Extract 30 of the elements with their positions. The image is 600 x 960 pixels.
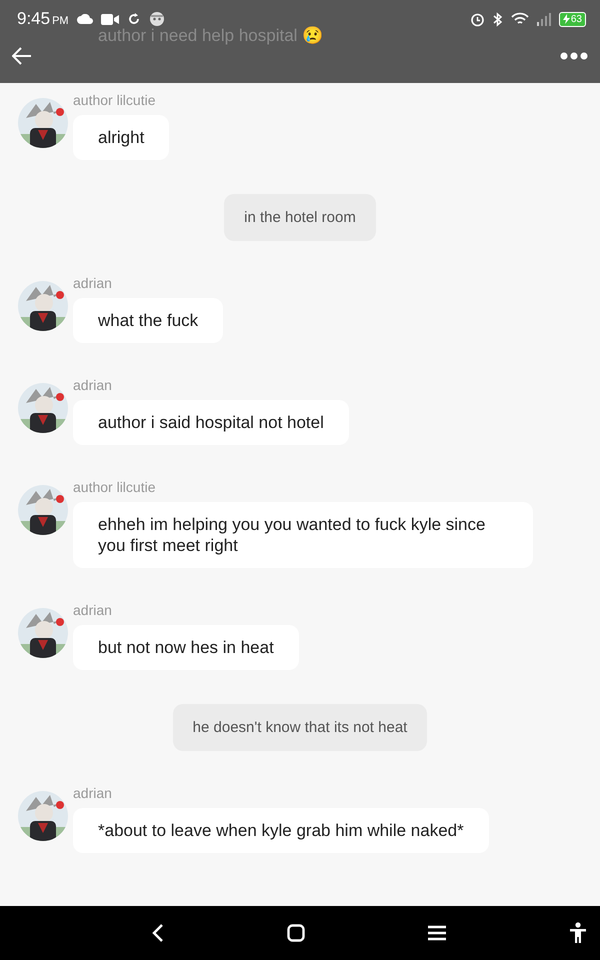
- author-name: adrian: [73, 377, 112, 393]
- message-bubble: *about to leave when kyle grab him while naked*: [73, 808, 489, 853]
- author-name: adrian: [73, 275, 112, 291]
- alarm-icon: [470, 12, 485, 26]
- author-name: author lilcutie: [73, 479, 156, 495]
- author-name: adrian: [73, 602, 112, 618]
- message-bubble: author i said hospital not hotel: [73, 400, 349, 445]
- status-time: 9:45 PM: [17, 9, 69, 29]
- face-icon: [148, 11, 165, 27]
- signal-icon: [536, 12, 551, 26]
- message-bubble: what the fuck: [73, 298, 224, 343]
- bluetooth-icon: [492, 12, 503, 26]
- message-bubble: ehheh im helping you you wanted to fuck kyle since you first meet right: [73, 502, 533, 568]
- accessibility-icon[interactable]: [569, 922, 587, 944]
- message-bubble: but not now hes in heat: [73, 625, 299, 670]
- menu-icon[interactable]: [428, 925, 446, 941]
- home-icon[interactable]: [287, 924, 305, 942]
- chevron-left-icon[interactable]: [152, 923, 164, 943]
- author-name: adrian: [73, 785, 112, 801]
- wifi-icon: [510, 12, 529, 26]
- narration-bubble: he doesn't know that its not heat: [172, 704, 428, 751]
- message-bubble: alright: [73, 115, 170, 160]
- battery-indicator: 63: [558, 12, 586, 26]
- back-arrow-icon[interactable]: [12, 47, 32, 65]
- sync-icon: [126, 12, 141, 26]
- more-icon[interactable]: [560, 52, 588, 60]
- narration-bubble: in the hotel room: [224, 194, 376, 241]
- cloud-icon: [76, 14, 93, 24]
- video-camera-icon: [100, 14, 119, 24]
- author-name: author lilcutie: [73, 92, 156, 108]
